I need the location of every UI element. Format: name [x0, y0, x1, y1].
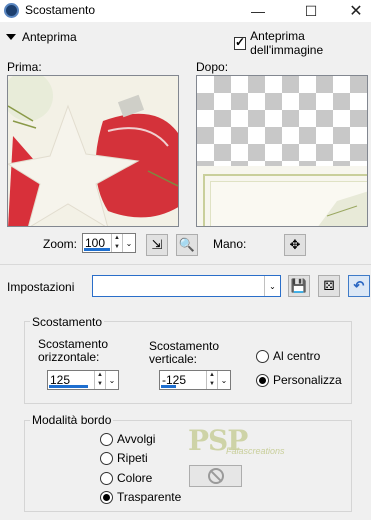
center-radio[interactable]	[256, 349, 269, 363]
color-swatch-button[interactable]	[189, 465, 242, 487]
spin-up-icon[interactable]: ▲	[207, 371, 217, 380]
before-preview[interactable]	[7, 75, 179, 227]
pan-label: Mano:	[213, 237, 247, 251]
chevron-down-icon[interactable]: ⌄	[122, 234, 135, 252]
close-icon[interactable]: ✕	[333, 0, 371, 22]
transparent-label: Trasparente	[117, 490, 182, 504]
spin-down-icon[interactable]: ▼	[95, 380, 105, 389]
spin-up-icon[interactable]: ▲	[95, 371, 105, 380]
presets-combo[interactable]: ⌄	[92, 275, 281, 297]
chevron-down-icon[interactable]: ⌄	[264, 276, 280, 296]
app-icon	[4, 3, 19, 18]
wrap-radio[interactable]	[100, 432, 113, 446]
repeat-label: Ripeti	[117, 451, 148, 465]
custom-radio[interactable]	[256, 373, 269, 387]
randomize-icon[interactable]: ⚄	[318, 275, 340, 297]
repeat-radio[interactable]	[100, 451, 113, 465]
pan-icon[interactable]: ✥	[284, 234, 306, 256]
zoom-actual-icon[interactable]: 🔍	[176, 234, 198, 256]
horizontal-label-line2: orizzontale:	[38, 350, 100, 364]
wrap-label: Avvolgi	[117, 432, 156, 446]
presets-value[interactable]	[93, 279, 96, 293]
edge-option-color[interactable]: Colore	[100, 471, 152, 485]
image-preview-option[interactable]: Anteprima dell'immagine	[234, 29, 371, 57]
image-preview-checkbox[interactable]	[234, 35, 247, 50]
collapse-icon	[6, 34, 16, 40]
before-label: Prima:	[7, 60, 42, 74]
vertical-offset-stepper[interactable]: -125 ▲ ▼ ⌄	[159, 370, 231, 390]
transparent-radio[interactable]	[100, 490, 113, 504]
center-option[interactable]: Al centro	[256, 349, 320, 363]
edge-option-repeat[interactable]: Ripeti	[100, 451, 148, 465]
after-preview[interactable]	[196, 75, 368, 227]
minimize-icon[interactable]: —	[235, 0, 281, 22]
chevron-down-icon[interactable]: ⌄	[217, 371, 230, 389]
save-preset-icon[interactable]: 💾	[288, 275, 310, 297]
custom-option[interactable]: Personalizza	[256, 373, 342, 387]
image-preview-label: Anteprima dell'immagine	[250, 29, 324, 57]
color-radio[interactable]	[100, 471, 113, 485]
edge-mode-group-title: Modalità bordo	[30, 413, 114, 427]
preview-toggle[interactable]: Anteprima	[6, 30, 77, 44]
offset-group-title: Scostamento	[30, 315, 105, 329]
after-label: Dopo:	[196, 60, 229, 74]
reset-icon[interactable]: ↶	[348, 275, 370, 297]
presets-label: Impostazioni	[7, 280, 75, 294]
window-title: Scostamento	[25, 3, 96, 17]
zoom-label: Zoom:	[43, 237, 78, 251]
spin-down-icon[interactable]: ▼	[207, 380, 217, 389]
chevron-down-icon[interactable]: ⌄	[105, 371, 118, 389]
color-label: Colore	[117, 471, 153, 485]
horizontal-offset-stepper[interactable]: 125 ▲ ▼ ⌄	[47, 370, 119, 390]
fit-window-icon[interactable]: ⇲	[146, 234, 168, 256]
vertical-label-line1: Scostamento	[149, 339, 220, 353]
zoom-stepper[interactable]: 100 ▲ ▼ ⌄	[82, 233, 136, 253]
maximize-icon[interactable]: ☐	[288, 0, 334, 22]
edge-option-wrap[interactable]: Avvolgi	[100, 432, 155, 446]
spin-up-icon[interactable]: ▲	[112, 234, 122, 243]
separator	[0, 264, 371, 265]
custom-label: Personalizza	[273, 373, 342, 387]
watermark-subtitle: Falascreations	[226, 446, 285, 456]
preview-toggle-label: Anteprima	[22, 30, 77, 44]
spin-down-icon[interactable]: ▼	[112, 243, 122, 252]
vertical-label-line2: verticale:	[149, 352, 198, 366]
horizontal-label-line1: Scostamento	[38, 337, 109, 351]
center-label: Al centro	[273, 349, 321, 363]
edge-option-transparent[interactable]: Trasparente	[100, 490, 181, 504]
no-color-icon	[207, 468, 224, 484]
